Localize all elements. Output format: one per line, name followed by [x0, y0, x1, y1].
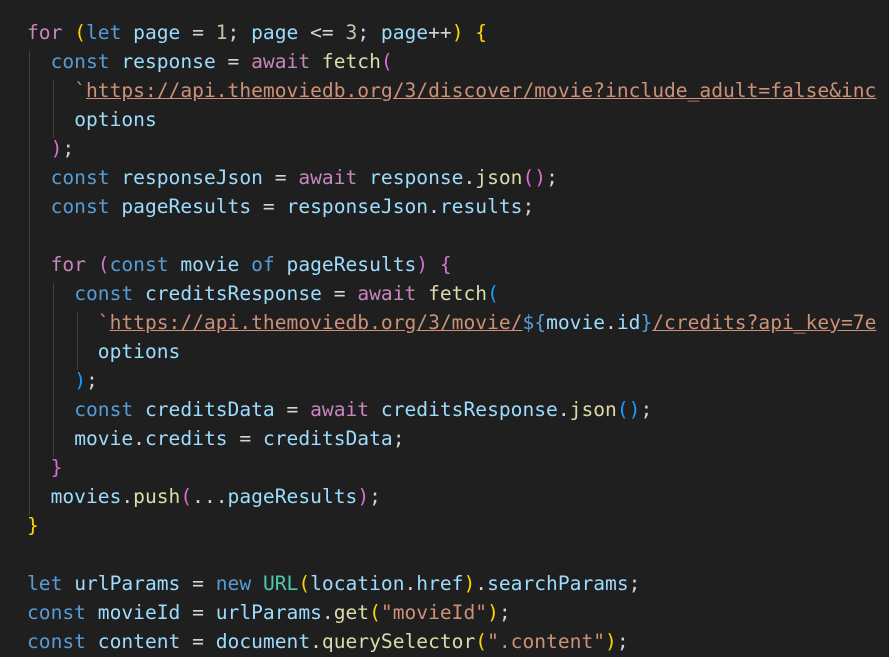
code-line-11: `https://api.themoviedb.org/3/movie/${mo…	[97, 311, 877, 334]
code-line-22: const content = document.querySelector("…	[27, 630, 629, 653]
code-line-16: }	[50, 456, 63, 479]
movieid-string: "movieId"	[380, 601, 488, 624]
url-movie-prefix[interactable]: https://api.themoviedb.org/3/movie/	[110, 311, 523, 334]
code-line-15: movie.credits = creditsData;	[74, 427, 405, 450]
code-line-9: for (const movie of pageResults) {	[50, 253, 452, 276]
code-line-18: }	[27, 514, 39, 537]
code-line-17: movies.push(...pageResults);	[50, 485, 381, 508]
code-line-14: const creditsData = await creditsRespons…	[74, 398, 653, 421]
code-line-5: );	[50, 137, 75, 160]
url-movie-suffix[interactable]: /credits?api_key=7e	[652, 311, 876, 334]
code-line-21: const movieId = urlParams.get("movieId")…	[27, 601, 511, 624]
code-line-6: const responseJson = await response.json…	[50, 166, 558, 189]
content-selector-string: ".content"	[487, 630, 606, 653]
code-line-3: `https://api.themoviedb.org/3/discover/m…	[74, 79, 877, 102]
code-line-12: options	[97, 340, 181, 363]
code-line-7: const pageResults = responseJson.results…	[50, 195, 535, 218]
code-line-10: const creditsResponse = await fetch(	[74, 282, 499, 305]
code-line-20: let urlParams = new URL(location.href).s…	[27, 572, 641, 595]
code-line-4: options	[74, 108, 157, 131]
url-discover[interactable]: https://api.themoviedb.org/3/discover/mo…	[86, 79, 876, 102]
code-line-13: );	[74, 369, 98, 392]
code-editor[interactable]: for (let page = 1; page <= 3; page++) { …	[0, 0, 889, 657]
code-line-1: for (let page = 1; page <= 3; page++) {	[27, 21, 488, 44]
code-line-2: const response = await fetch(	[50, 50, 393, 73]
